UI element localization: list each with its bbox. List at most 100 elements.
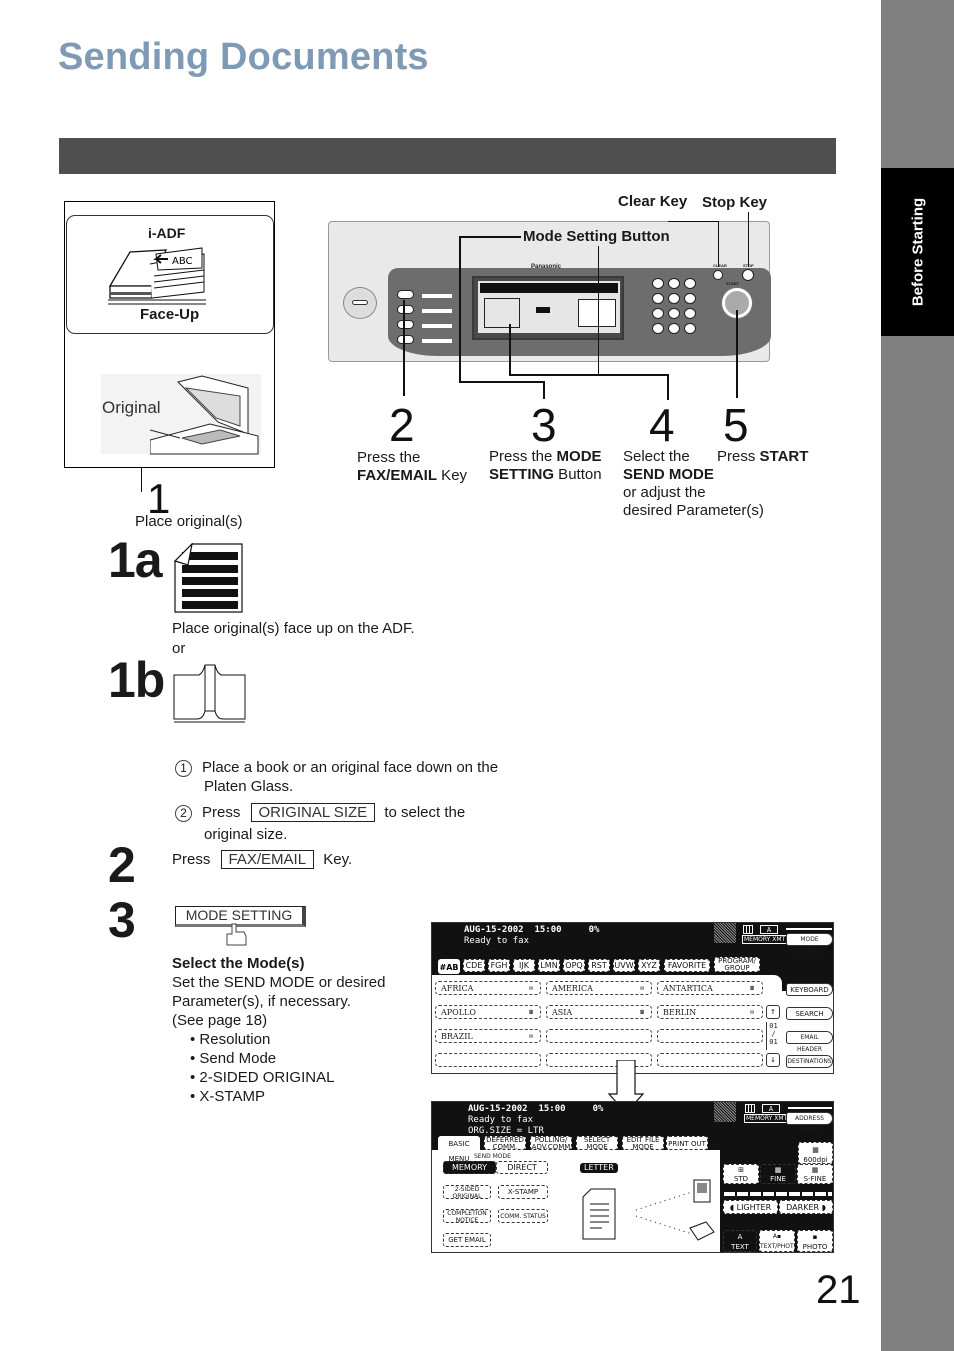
tab-opq[interactable]: OPQ — [563, 959, 585, 972]
lighter-button[interactable]: ◖ LIGHTER — [723, 1200, 778, 1214]
screen1-status: Ready to fax — [464, 936, 530, 946]
destinations-button[interactable]: DESTINATIONS — [786, 1055, 833, 1068]
tab-basic-menu[interactable]: BASIC MENU — [438, 1136, 480, 1163]
step-2-text: Press FAX/EMAIL Key. — [172, 850, 353, 869]
address-book-button[interactable]: ADDRESS BOOK — [786, 1112, 833, 1134]
step3-leader-h — [459, 381, 544, 383]
tab-rst[interactable]: RST — [588, 959, 610, 972]
original-type-photo[interactable]: ▪ PHOTO — [797, 1230, 833, 1252]
dither-pattern — [714, 1102, 736, 1122]
directory-entry[interactable]: APOLLO — [435, 1005, 541, 1019]
print-key[interactable] — [397, 335, 414, 344]
start-key-label: START — [726, 281, 740, 286]
directory-entry[interactable] — [657, 1029, 763, 1043]
tab-polling-adv-comm[interactable]: POLLING/ ADV.COMM — [530, 1136, 572, 1151]
tab-deferred-comm[interactable]: DEFERRED COMM. — [484, 1136, 526, 1151]
adf-face-label: Face-Up — [140, 306, 200, 323]
tab-fgh[interactable]: FGH — [488, 959, 510, 972]
original-type-text[interactable]: A TEXT — [723, 1230, 757, 1252]
tab-print-out[interactable]: PRINT OUT — [666, 1136, 708, 1150]
fax-type-icon: ☎ — [529, 1008, 534, 1016]
darker-button[interactable]: DARKER ◗ — [779, 1200, 833, 1214]
directory-entry[interactable] — [546, 1029, 652, 1043]
step1-leader-line — [141, 468, 142, 492]
copy-key[interactable] — [397, 290, 414, 299]
step-1b-sub2: 2 Press ORIGINAL SIZE to select the origi… — [175, 803, 465, 844]
original-type-text-photo[interactable]: A▪ TEXT/PHOTO — [759, 1230, 798, 1252]
memory-xmt-indicator: MEMORY XMT — [742, 935, 788, 944]
keyboard-button[interactable]: KEYBOARD — [786, 983, 833, 996]
directory-entry[interactable] — [435, 1053, 541, 1067]
original-size-key: ORIGINAL SIZE — [250, 803, 376, 822]
resolution-indicator-icon — [745, 1104, 755, 1113]
clear-key[interactable] — [713, 270, 723, 280]
tab-lmn[interactable]: LMN — [538, 959, 560, 972]
step4-number: 4 — [649, 399, 675, 451]
tab-#AB[interactable]: #AB — [438, 959, 460, 974]
step-3-label: 3 — [108, 892, 136, 948]
completion-notice-button[interactable]: COMPLETION NOTICE — [443, 1209, 491, 1224]
screen2-datetime: AUG-15-2002 15:00 0% — [468, 1104, 604, 1114]
tab-ijk[interactable]: IJK — [513, 959, 535, 972]
or-text: or — [172, 640, 186, 657]
tab-favorite[interactable]: FAVORITE — [664, 959, 710, 972]
tab-program-group[interactable]: PROGRAM/ GROUP — [714, 957, 760, 972]
search-button[interactable]: SEARCH — [786, 1007, 833, 1020]
document-face-up-icon — [174, 543, 243, 613]
scanner-key[interactable] — [397, 320, 414, 329]
tab-cde[interactable]: CDE — [463, 959, 485, 972]
stop-key[interactable] — [742, 269, 754, 281]
step3-label: Press the MODE SETTING Button — [489, 448, 602, 483]
section-tab: Before Starting — [881, 168, 954, 336]
page-indicator: 01/01 — [766, 1022, 780, 1050]
directory-entry[interactable]: AFRICA — [435, 981, 541, 995]
mode-setting-screen-button[interactable]: MODE SETTING — [786, 933, 833, 955]
directory-entry[interactable]: BERLIN — [657, 1005, 763, 1019]
directory-entry[interactable]: ANTARTICA — [657, 981, 763, 995]
tab-edit-file-mode[interactable]: EDIT FILE MODE — [622, 1136, 664, 1151]
clear-leader-v — [718, 221, 719, 267]
fax-email-key[interactable] — [397, 305, 414, 314]
get-email-button[interactable]: GET EMAIL — [443, 1233, 491, 1247]
pointing-hand-icon — [226, 923, 247, 946]
screen2-org-size: ORG.SIZE = LTR — [468, 1126, 544, 1136]
step-3-description: Select the Mode(s) Set the SEND MODE or … — [172, 955, 386, 1105]
tab-select-mode[interactable]: SELECT MODE — [576, 1136, 618, 1151]
text-mode-indicator-icon: A — [762, 1104, 780, 1113]
email-header-button[interactable]: EMAIL HEADER — [786, 1031, 833, 1053]
directory-entry[interactable]: BRAZIL — [435, 1029, 541, 1043]
open-book-icon — [173, 664, 246, 723]
panel-brand: Panasonic — [531, 264, 562, 270]
send-mode-memory[interactable]: MEMORY — [443, 1161, 496, 1174]
comm-status-button[interactable]: COMM. STATUS — [498, 1209, 548, 1223]
step2-number: 2 — [389, 399, 415, 451]
directory-entry[interactable]: ASIA — [546, 1005, 652, 1019]
stop-key-callout: Stop Key — [702, 194, 768, 211]
step5-number: 5 — [723, 399, 749, 451]
email-type-icon: ✉ — [529, 1032, 534, 1040]
power-button-glyph-icon — [352, 300, 368, 305]
step3-number: 3 — [531, 399, 557, 451]
scroll-up-button[interactable]: ↑ — [766, 1005, 780, 1019]
x-stamp-button[interactable]: X-STAMP — [498, 1185, 548, 1199]
resolution-std[interactable]: ⊞ STD — [723, 1164, 759, 1184]
bullet-item: • 2-SIDED ORIGINAL — [190, 1069, 335, 1086]
resolution-s-fine[interactable]: ▦ S-FINE — [797, 1164, 833, 1184]
contrast-slider[interactable] — [724, 1192, 832, 1196]
resolution-fine[interactable]: ▦ FINE — [760, 1164, 796, 1184]
step1-label: Place original(s) — [135, 513, 243, 530]
directory-entry[interactable] — [657, 1053, 763, 1067]
bullet-item: • Resolution — [190, 1031, 271, 1048]
resolution-600dpi[interactable]: ▦ 600dpi — [798, 1142, 833, 1164]
tab-xyz[interactable]: XYZ — [638, 959, 660, 972]
scroll-down-button[interactable]: ↓ — [766, 1053, 780, 1067]
step4-leader-v — [667, 374, 669, 400]
section-tab-label: Before Starting — [909, 197, 926, 307]
section-header-bar — [59, 138, 836, 174]
text-mode-indicator-icon: A — [760, 925, 778, 934]
two-sided-original-button[interactable]: 2-SIDED ORIGINAL — [443, 1185, 491, 1200]
clear-key-label: CLEAR — [713, 263, 727, 268]
send-mode-direct[interactable]: DIRECT — [496, 1161, 548, 1174]
directory-entry[interactable]: AMERICA — [546, 981, 652, 995]
tab-uvw[interactable]: UVW — [613, 959, 635, 972]
